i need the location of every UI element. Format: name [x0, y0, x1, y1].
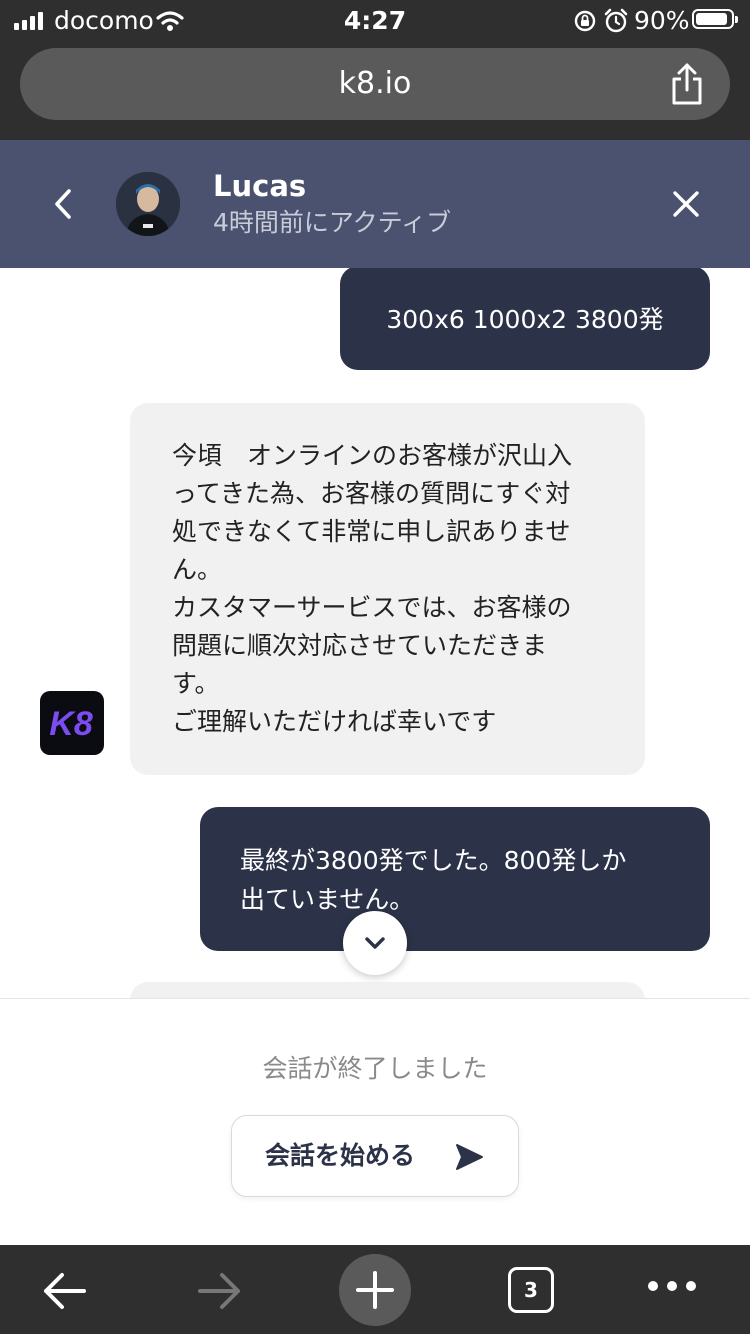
tabs-button[interactable]: 3	[508, 1267, 554, 1313]
scroll-to-bottom-button[interactable]	[343, 911, 407, 975]
incoming-message-partial	[130, 982, 645, 998]
start-conversation-label: 会話を始める	[265, 1141, 416, 1170]
svg-text:K8: K8	[49, 705, 93, 743]
conversation-ended-text: 会話が終了しました	[262, 1054, 488, 1083]
address-bar[interactable]: k8.io	[20, 48, 730, 120]
carrier-name: docomo	[54, 6, 154, 35]
k8-logo-mark: K8	[49, 705, 93, 743]
signal-icon	[14, 12, 43, 30]
contact-name: Lucas	[213, 169, 307, 203]
wifi-icon	[156, 11, 184, 31]
outgoing-message: 最終が3800発でした。800発しか 出ていません。	[200, 807, 710, 951]
incoming-message: 今頃 オンラインのお客様が沢山入 ってきた為、お客様の質問にすぐ対 処できなくて…	[130, 403, 645, 775]
browser-toolbar: 3	[0, 1245, 750, 1334]
alarm-icon	[604, 8, 628, 33]
message-text: 300x6 1000x2 3800発	[386, 305, 664, 334]
back-arrow-icon[interactable]	[40, 1271, 88, 1311]
rotation-lock-icon	[574, 10, 596, 32]
more-icon[interactable]	[648, 1281, 696, 1291]
chat-footer: 会話が終了しました 会話を始める	[0, 998, 750, 1245]
chevron-left-icon[interactable]	[48, 186, 78, 222]
avatar	[116, 172, 180, 236]
outgoing-message: 300x6 1000x2 3800発	[340, 268, 710, 370]
k8-logo: K8	[40, 691, 104, 755]
send-icon	[456, 1144, 483, 1170]
plus-icon	[356, 1271, 394, 1309]
chat-header: Lucas 4時間前にアクティブ	[0, 140, 750, 268]
contact-status: 4時間前にアクティブ	[213, 208, 452, 237]
status-bar: docomo 4:27 90%	[0, 0, 750, 42]
start-conversation-button[interactable]: 会話を始める	[231, 1115, 519, 1197]
forward-arrow-icon[interactable]	[196, 1271, 244, 1311]
battery-percent: 90%	[634, 6, 690, 35]
battery-icon	[692, 9, 738, 29]
share-icon[interactable]	[670, 62, 704, 106]
chat-messages[interactable]: 300x6 1000x2 3800発 今頃 オンラインのお客様が沢山入 ってきた…	[0, 268, 750, 998]
url-text[interactable]: k8.io	[20, 48, 730, 120]
chevron-down-icon	[365, 937, 385, 949]
close-icon[interactable]	[668, 186, 704, 222]
avatar-image	[116, 172, 180, 236]
new-tab-button[interactable]	[339, 1254, 411, 1326]
